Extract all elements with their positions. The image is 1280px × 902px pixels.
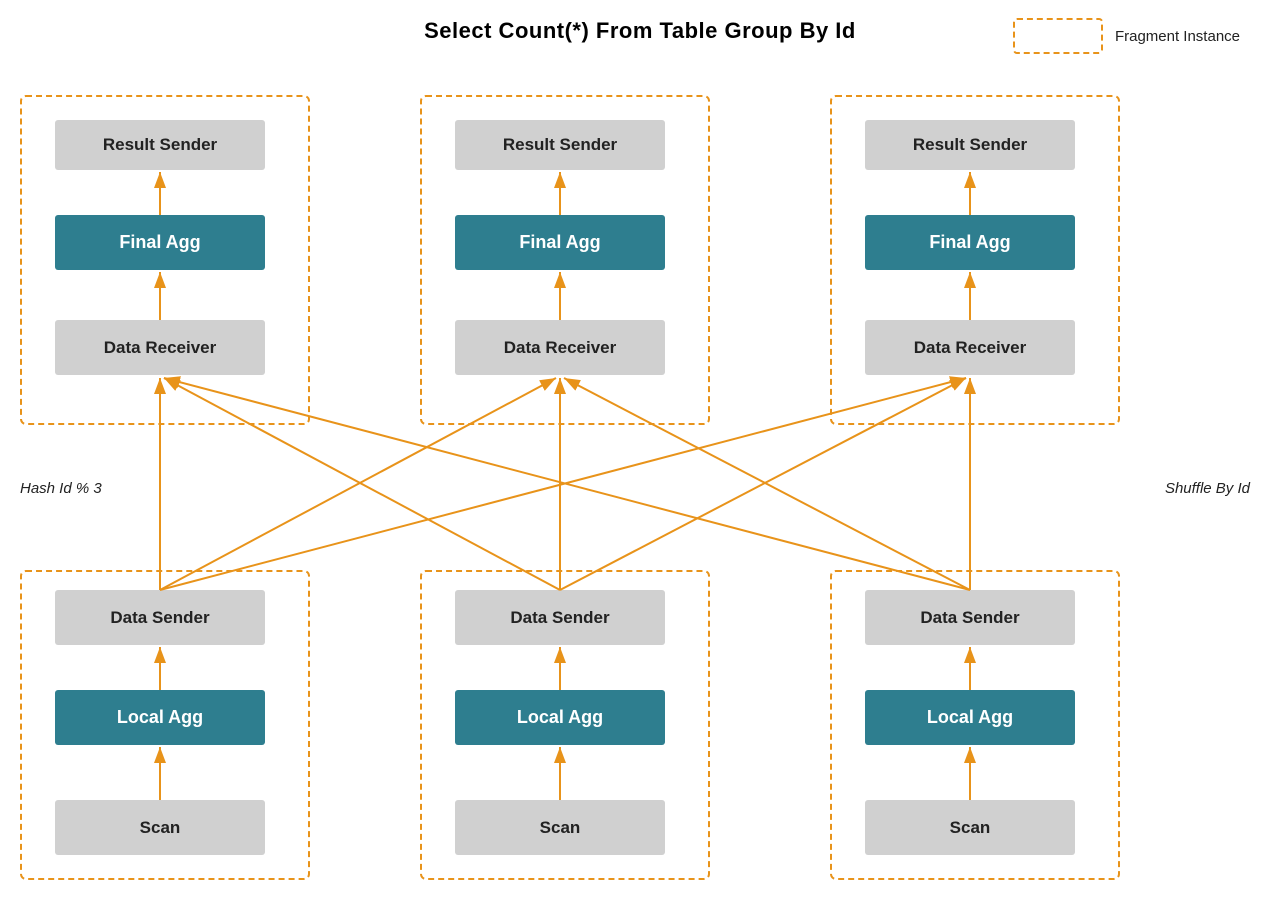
scan-bottom-left: Scan (55, 800, 265, 855)
data-receiver-top-left: Data Receiver (55, 320, 265, 375)
final-agg-top-center: Final Agg (455, 215, 665, 270)
result-sender-top-right: Result Sender (865, 120, 1075, 170)
data-receiver-top-right: Data Receiver (865, 320, 1075, 375)
shuffle-by-label: Shuffle By Id (1165, 480, 1250, 497)
legend-box (1013, 18, 1103, 54)
final-agg-top-right: Final Agg (865, 215, 1075, 270)
local-agg-bottom-right: Local Agg (865, 690, 1075, 745)
result-sender-top-left: Result Sender (55, 120, 265, 170)
result-sender-top-center: Result Sender (455, 120, 665, 170)
data-receiver-top-center: Data Receiver (455, 320, 665, 375)
final-agg-top-left: Final Agg (55, 215, 265, 270)
hash-id-label: Hash Id % 3 (20, 480, 102, 497)
local-agg-bottom-left: Local Agg (55, 690, 265, 745)
legend: Fragment Instance (1013, 18, 1240, 54)
data-sender-bottom-right: Data Sender (865, 590, 1075, 645)
data-sender-bottom-center: Data Sender (455, 590, 665, 645)
legend-label: Fragment Instance (1115, 28, 1240, 45)
scan-bottom-center: Scan (455, 800, 665, 855)
data-sender-bottom-left: Data Sender (55, 590, 265, 645)
scan-bottom-right: Scan (865, 800, 1075, 855)
local-agg-bottom-center: Local Agg (455, 690, 665, 745)
